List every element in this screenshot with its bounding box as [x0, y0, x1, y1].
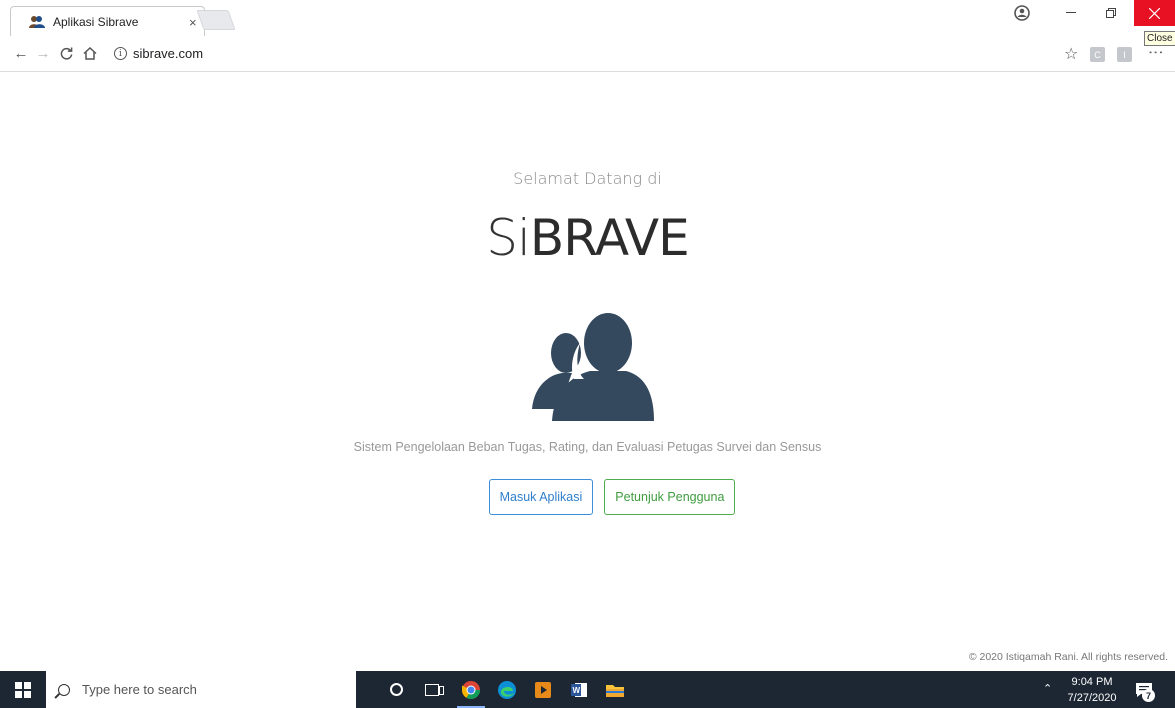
- taskbar-clock[interactable]: 9:04 PM 7/27/2020: [1064, 674, 1120, 706]
- tab-close-icon[interactable]: ×: [189, 15, 197, 30]
- show-hidden-icons-chevron-icon[interactable]: ⌃: [1043, 682, 1052, 695]
- notification-count-badge: 7: [1142, 689, 1155, 702]
- minimize-button[interactable]: [1054, 0, 1088, 26]
- url-text: sibrave.com: [133, 46, 204, 61]
- app-title-main: BRAVE: [529, 209, 690, 267]
- copyright-footer: © 2020 Istiqamah Rani. All rights reserv…: [968, 651, 1168, 663]
- search-icon: [58, 683, 70, 696]
- forward-arrow-icon[interactable]: →: [32, 41, 54, 65]
- address-bar[interactable]: i sibrave.com: [104, 40, 1104, 67]
- browser-menu-icon[interactable]: ⋮: [1147, 45, 1164, 60]
- back-arrow-icon[interactable]: ←: [10, 41, 32, 65]
- task-view-icon[interactable]: [414, 671, 450, 708]
- clock-time: 9:04 PM: [1071, 676, 1113, 688]
- tab-strip: Aplikasi Sibrave ×: [0, 0, 1175, 36]
- users-icon: [532, 313, 654, 421]
- tab-sibrave[interactable]: Aplikasi Sibrave ×: [10, 6, 205, 36]
- home-icon[interactable]: [79, 41, 101, 65]
- reload-icon[interactable]: [55, 41, 77, 65]
- taskbar-search-box[interactable]: Type here to search: [46, 671, 356, 708]
- chrome-app-icon[interactable]: [453, 671, 489, 708]
- action-buttons: Masuk Aplikasi Petunjuk Pengguna: [0, 479, 1175, 515]
- clock-date: 7/27/2020: [1067, 692, 1117, 704]
- welcome-text: Selamat Datang di: [513, 169, 662, 188]
- app-title-prefix: Si: [486, 209, 531, 267]
- windows-taskbar: Type here to search W ⌃ 9:04 PM 7/27/202…: [0, 671, 1175, 708]
- tagline: Sistem Pengelolaan Beban Tugas, Rating, …: [353, 440, 822, 454]
- user-guide-button[interactable]: Petunjuk Pengguna: [604, 479, 736, 515]
- users-favicon-icon: [29, 16, 45, 28]
- edge-app-icon[interactable]: [489, 671, 525, 708]
- svg-text:W: W: [573, 686, 581, 695]
- cortana-icon[interactable]: [378, 671, 414, 708]
- page-content: Selamat Datang di SiBRAVE Sistem Pengelo…: [0, 73, 1175, 671]
- action-center-icon[interactable]: 7: [1131, 677, 1157, 703]
- browser-chrome: Aplikasi Sibrave × ← → i sibrave.com ☆ C…: [0, 0, 1175, 73]
- new-tab-button[interactable]: [196, 10, 236, 30]
- browser-toolbar: ← → i sibrave.com ☆ C I ⋮: [0, 36, 1175, 72]
- extension-i-icon[interactable]: I: [1117, 47, 1132, 62]
- extension-c-icon[interactable]: C: [1090, 47, 1105, 62]
- bookmark-star-icon[interactable]: ☆: [1064, 44, 1078, 64]
- tab-title: Aplikasi Sibrave: [53, 15, 139, 29]
- profile-icon[interactable]: [1008, 0, 1036, 26]
- close-window-button[interactable]: [1134, 0, 1175, 26]
- media-player-app-icon[interactable]: [525, 671, 561, 708]
- start-button[interactable]: [0, 671, 46, 708]
- windows-logo-icon: [15, 681, 31, 698]
- word-app-icon[interactable]: W: [561, 671, 597, 708]
- login-button[interactable]: Masuk Aplikasi: [488, 479, 594, 515]
- close-tooltip: Close: [1144, 31, 1175, 46]
- site-info-icon[interactable]: i: [114, 47, 127, 60]
- restore-button[interactable]: [1094, 0, 1128, 26]
- app-title: SiBRAVE: [0, 209, 1175, 267]
- file-explorer-app-icon[interactable]: [597, 671, 633, 708]
- search-placeholder: Type here to search: [82, 682, 197, 697]
